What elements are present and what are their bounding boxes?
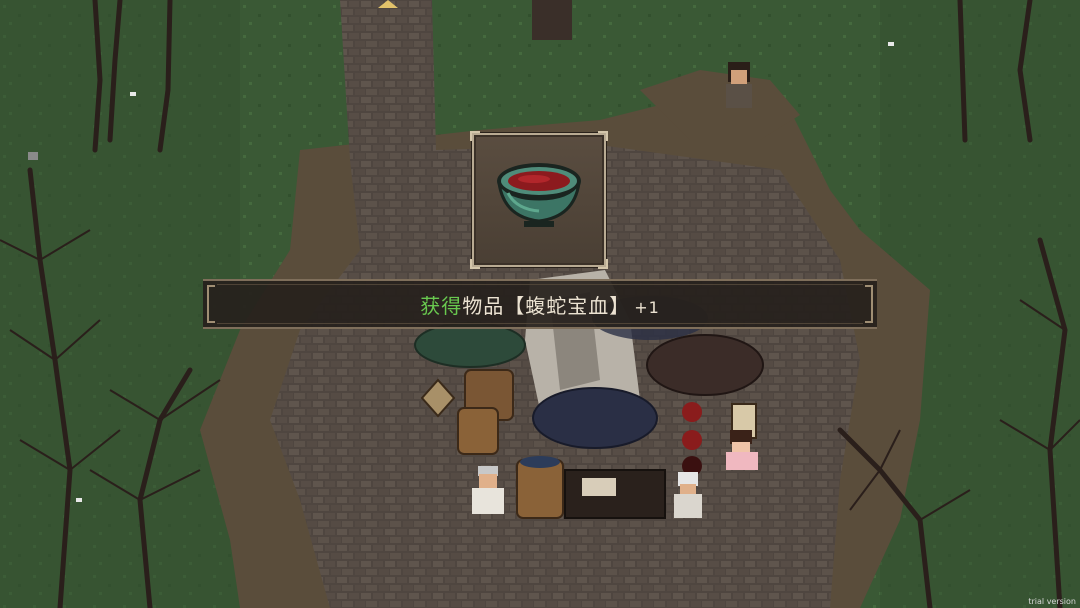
obtain-verb: 获得 xyxy=(420,293,463,318)
bracket-close: 】 xyxy=(609,293,631,318)
item-obtained-banner: 获得物品【蝮蛇宝血】 +1 xyxy=(203,279,877,329)
obtained-message: 获得物品【蝮蛇宝血】 +1 xyxy=(420,290,660,319)
item-popup-frame xyxy=(470,131,608,269)
trial-version-watermark: trial version xyxy=(1028,597,1076,606)
blood-bowl-icon xyxy=(497,163,581,227)
frame-corner xyxy=(598,259,608,269)
frame-corner xyxy=(598,131,608,141)
frame-corner xyxy=(470,131,480,141)
item-name: 蝮蛇宝血 xyxy=(525,293,610,318)
game-scene: 获得物品【蝮蛇宝血】 +1 trial version xyxy=(0,0,1080,608)
item-noun: 物品 xyxy=(462,293,505,318)
item-quantity: +1 xyxy=(634,297,660,317)
frame-corner xyxy=(470,259,480,269)
bracket-open: 【 xyxy=(504,293,526,318)
